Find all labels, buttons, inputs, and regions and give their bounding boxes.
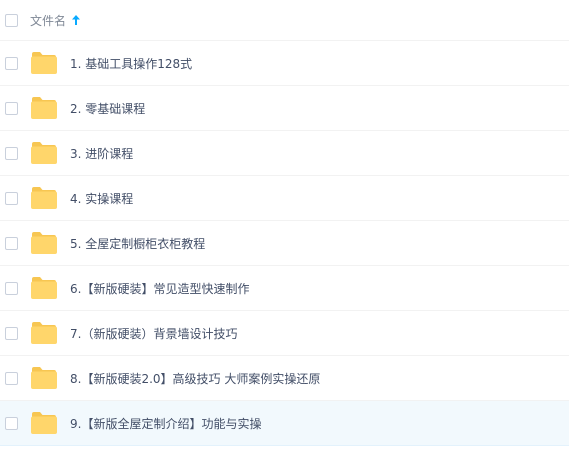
folder-icon [31, 412, 57, 434]
row-checkbox[interactable] [5, 371, 18, 385]
file-row[interactable]: 2. 零基础课程 [0, 86, 569, 131]
file-name[interactable]: 1. 基础工具操作128式 [70, 55, 192, 72]
file-row[interactable]: 7.（新版硬装）背景墙设计技巧 [0, 311, 569, 356]
select-all-checkbox[interactable] [5, 13, 18, 27]
file-name[interactable]: 7.（新版硬装）背景墙设计技巧 [70, 325, 237, 342]
file-row[interactable]: 1. 基础工具操作128式 [0, 41, 569, 86]
row-checkbox[interactable] [5, 416, 18, 430]
row-checkbox[interactable] [5, 281, 18, 295]
file-row[interactable]: 6.【新版硬装】常见造型快速制作 [0, 266, 569, 311]
file-name[interactable]: 5. 全屋定制橱柜衣柜教程 [70, 235, 205, 252]
folder-icon [31, 367, 57, 389]
row-checkbox[interactable] [5, 56, 18, 70]
folder-icon [31, 187, 57, 209]
file-row[interactable]: 3. 进阶课程 [0, 131, 569, 176]
folder-icon [31, 52, 57, 74]
file-name[interactable]: 2. 零基础课程 [70, 100, 145, 117]
file-row[interactable]: 8.【新版硬装2.0】高级技巧 大师案例实操还原 [0, 356, 569, 401]
folder-icon [31, 277, 57, 299]
row-checkbox[interactable] [5, 326, 18, 340]
file-list-header: 文件名 [0, 0, 569, 41]
arrow-up-icon[interactable] [72, 15, 81, 25]
row-checkbox[interactable] [5, 146, 18, 160]
file-row[interactable]: 9.【新版全屋定制介绍】功能与实操 [0, 401, 569, 446]
file-row[interactable]: 4. 实操课程 [0, 176, 569, 221]
file-name[interactable]: 9.【新版全屋定制介绍】功能与实操 [70, 415, 261, 432]
row-checkbox[interactable] [5, 101, 18, 115]
folder-icon [31, 97, 57, 119]
folder-icon [31, 232, 57, 254]
row-checkbox[interactable] [5, 191, 18, 205]
folder-icon [31, 142, 57, 164]
file-name[interactable]: 8.【新版硬装2.0】高级技巧 大师案例实操还原 [70, 370, 320, 387]
row-checkbox[interactable] [5, 236, 18, 250]
file-name[interactable]: 6.【新版硬装】常见造型快速制作 [70, 280, 249, 297]
column-header-filename[interactable]: 文件名 [30, 12, 66, 29]
file-name[interactable]: 3. 进阶课程 [70, 145, 133, 162]
file-name[interactable]: 4. 实操课程 [70, 190, 133, 207]
folder-icon [31, 322, 57, 344]
file-row[interactable]: 5. 全屋定制橱柜衣柜教程 [0, 221, 569, 266]
file-list: 文件名 1. 基础工具操作128式 2. 零基础课程 3. 进阶课程 4. 实操… [0, 0, 569, 450]
